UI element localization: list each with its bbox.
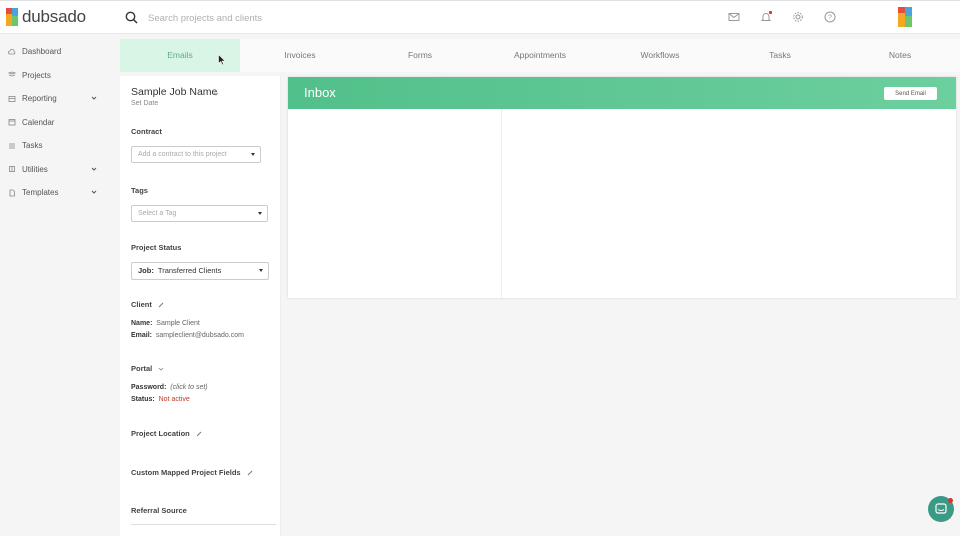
sidebar-item-label: Projects xyxy=(22,70,51,80)
sidebar-item-calendar[interactable]: Calendar xyxy=(0,111,110,135)
sidebar-item-utilities[interactable]: Utilities xyxy=(0,158,110,182)
bell-icon[interactable] xyxy=(760,11,772,23)
mail-icon[interactable] xyxy=(728,11,740,23)
gear-icon[interactable] xyxy=(792,11,804,23)
tags-placeholder: Select a Tag xyxy=(138,210,177,217)
tags-select[interactable]: Select a Tag xyxy=(131,205,268,222)
calendar-icon xyxy=(8,119,16,126)
client-email-row: Email: sampleclient@dubsado.com xyxy=(131,332,244,339)
client-name-label: Name: xyxy=(131,320,153,327)
reporting-icon xyxy=(8,95,16,102)
pencil-icon[interactable] xyxy=(247,470,253,476)
referral-source-title: Referral Source xyxy=(131,506,187,515)
caret-down-icon xyxy=(251,153,255,156)
password-label: Password: xyxy=(131,384,167,391)
inbox-title: Inbox xyxy=(304,85,336,100)
sidebar-item-templates[interactable]: Templates xyxy=(0,181,110,205)
sidebar-item-label: Tasks xyxy=(22,141,43,151)
client-name-row: Name: Sample Client xyxy=(131,320,200,327)
cloud-icon xyxy=(8,48,16,55)
tab-appointments[interactable]: Appointments xyxy=(480,39,600,72)
portal-title: Portal xyxy=(131,364,153,373)
project-location-title: Project Location xyxy=(131,429,190,438)
sidebar-item-dashboard[interactable]: Dashboard xyxy=(0,40,110,64)
status-value: Transferred Clients xyxy=(157,266,222,275)
project-status-select[interactable]: Job: Transferred Clients xyxy=(131,262,269,280)
chevron-down-icon xyxy=(91,190,97,194)
portal-status-value: Not active xyxy=(158,396,190,403)
search-icon[interactable] xyxy=(125,11,138,24)
projects-icon xyxy=(8,71,16,77)
portal-status-label: Status: xyxy=(131,396,155,403)
job-name[interactable]: Sample Job Name xyxy=(131,86,217,98)
contract-title: Contract xyxy=(131,127,162,136)
caret-down-icon xyxy=(259,269,263,272)
chevron-down-icon xyxy=(91,167,97,171)
portal-section-title[interactable]: Portal xyxy=(131,364,164,373)
tab-invoices[interactable]: Invoices xyxy=(240,39,360,72)
search-input[interactable] xyxy=(148,9,548,27)
mouse-cursor-icon xyxy=(218,54,226,66)
chevron-down-icon xyxy=(91,96,97,100)
chevron-down-icon xyxy=(159,367,164,371)
tasks-icon xyxy=(9,143,15,149)
sidebar: Dashboard Projects Reporting Calendar Ta… xyxy=(0,40,110,205)
utilities-icon xyxy=(9,166,15,173)
set-date-link[interactable]: Set Date xyxy=(131,100,158,107)
tab-notes[interactable]: Notes xyxy=(840,39,960,72)
sidebar-item-reporting[interactable]: Reporting xyxy=(0,87,110,111)
top-bar: dubsado ? xyxy=(0,0,960,34)
avatar[interactable] xyxy=(898,7,912,27)
logo-icon xyxy=(6,8,18,26)
status-prefix: Job: xyxy=(138,266,154,275)
contract-select[interactable]: Add a contract to this project xyxy=(131,146,261,163)
portal-status-row: Status: Not active xyxy=(131,396,190,403)
client-section-title: Client xyxy=(131,300,164,309)
help-icon[interactable]: ? xyxy=(824,11,836,23)
send-email-button[interactable]: Send Email xyxy=(884,87,937,100)
password-value[interactable]: (click to set) xyxy=(170,384,207,391)
inbox-panel: Inbox Send Email xyxy=(288,77,956,298)
pencil-icon[interactable] xyxy=(158,302,164,308)
sidebar-item-label: Utilities xyxy=(22,164,48,174)
sidebar-item-label: Templates xyxy=(22,188,59,198)
logo-text: dubsado xyxy=(22,7,86,26)
tab-forms[interactable]: Forms xyxy=(360,39,480,72)
project-tabs: Emails Invoices Forms Appointments Workf… xyxy=(120,39,960,72)
sidebar-item-label: Reporting xyxy=(22,94,57,104)
referral-source-field-edge[interactable] xyxy=(131,524,276,525)
sidebar-item-label: Dashboard xyxy=(22,47,62,57)
pencil-icon[interactable] xyxy=(196,431,202,437)
caret-down-icon xyxy=(258,212,262,215)
tags-title: Tags xyxy=(131,186,148,195)
custom-fields-title: Custom Mapped Project Fields xyxy=(131,468,241,477)
tab-tasks[interactable]: Tasks xyxy=(720,39,840,72)
custom-fields-section: Custom Mapped Project Fields xyxy=(131,468,253,477)
project-location-section: Project Location xyxy=(131,429,202,438)
client-name: Sample Client xyxy=(156,320,200,327)
client-email[interactable]: sampleclient@dubsado.com xyxy=(156,332,244,339)
project-status-title: Project Status xyxy=(131,243,182,252)
portal-password-row: Password: (click to set) xyxy=(131,384,208,391)
client-title: Client xyxy=(131,300,152,309)
project-details-panel: Sample Job Name Set Date Contract Add a … xyxy=(120,76,281,536)
contract-placeholder: Add a contract to this project xyxy=(138,151,227,158)
sidebar-item-tasks[interactable]: Tasks xyxy=(0,134,110,158)
logo[interactable]: dubsado xyxy=(6,7,86,27)
sidebar-item-projects[interactable]: Projects xyxy=(0,64,110,88)
client-email-label: Email: xyxy=(131,332,153,339)
templates-icon xyxy=(9,189,15,197)
tab-workflows[interactable]: Workflows xyxy=(600,39,720,72)
sidebar-item-label: Calendar xyxy=(22,117,55,127)
svg-text:?: ? xyxy=(828,14,832,21)
inbox-header: Inbox Send Email xyxy=(288,77,956,109)
chevron-down-icon[interactable] xyxy=(213,91,219,97)
avatar-logo-icon xyxy=(898,7,912,27)
notification-dot xyxy=(948,498,953,503)
inbox-divider xyxy=(501,109,502,298)
